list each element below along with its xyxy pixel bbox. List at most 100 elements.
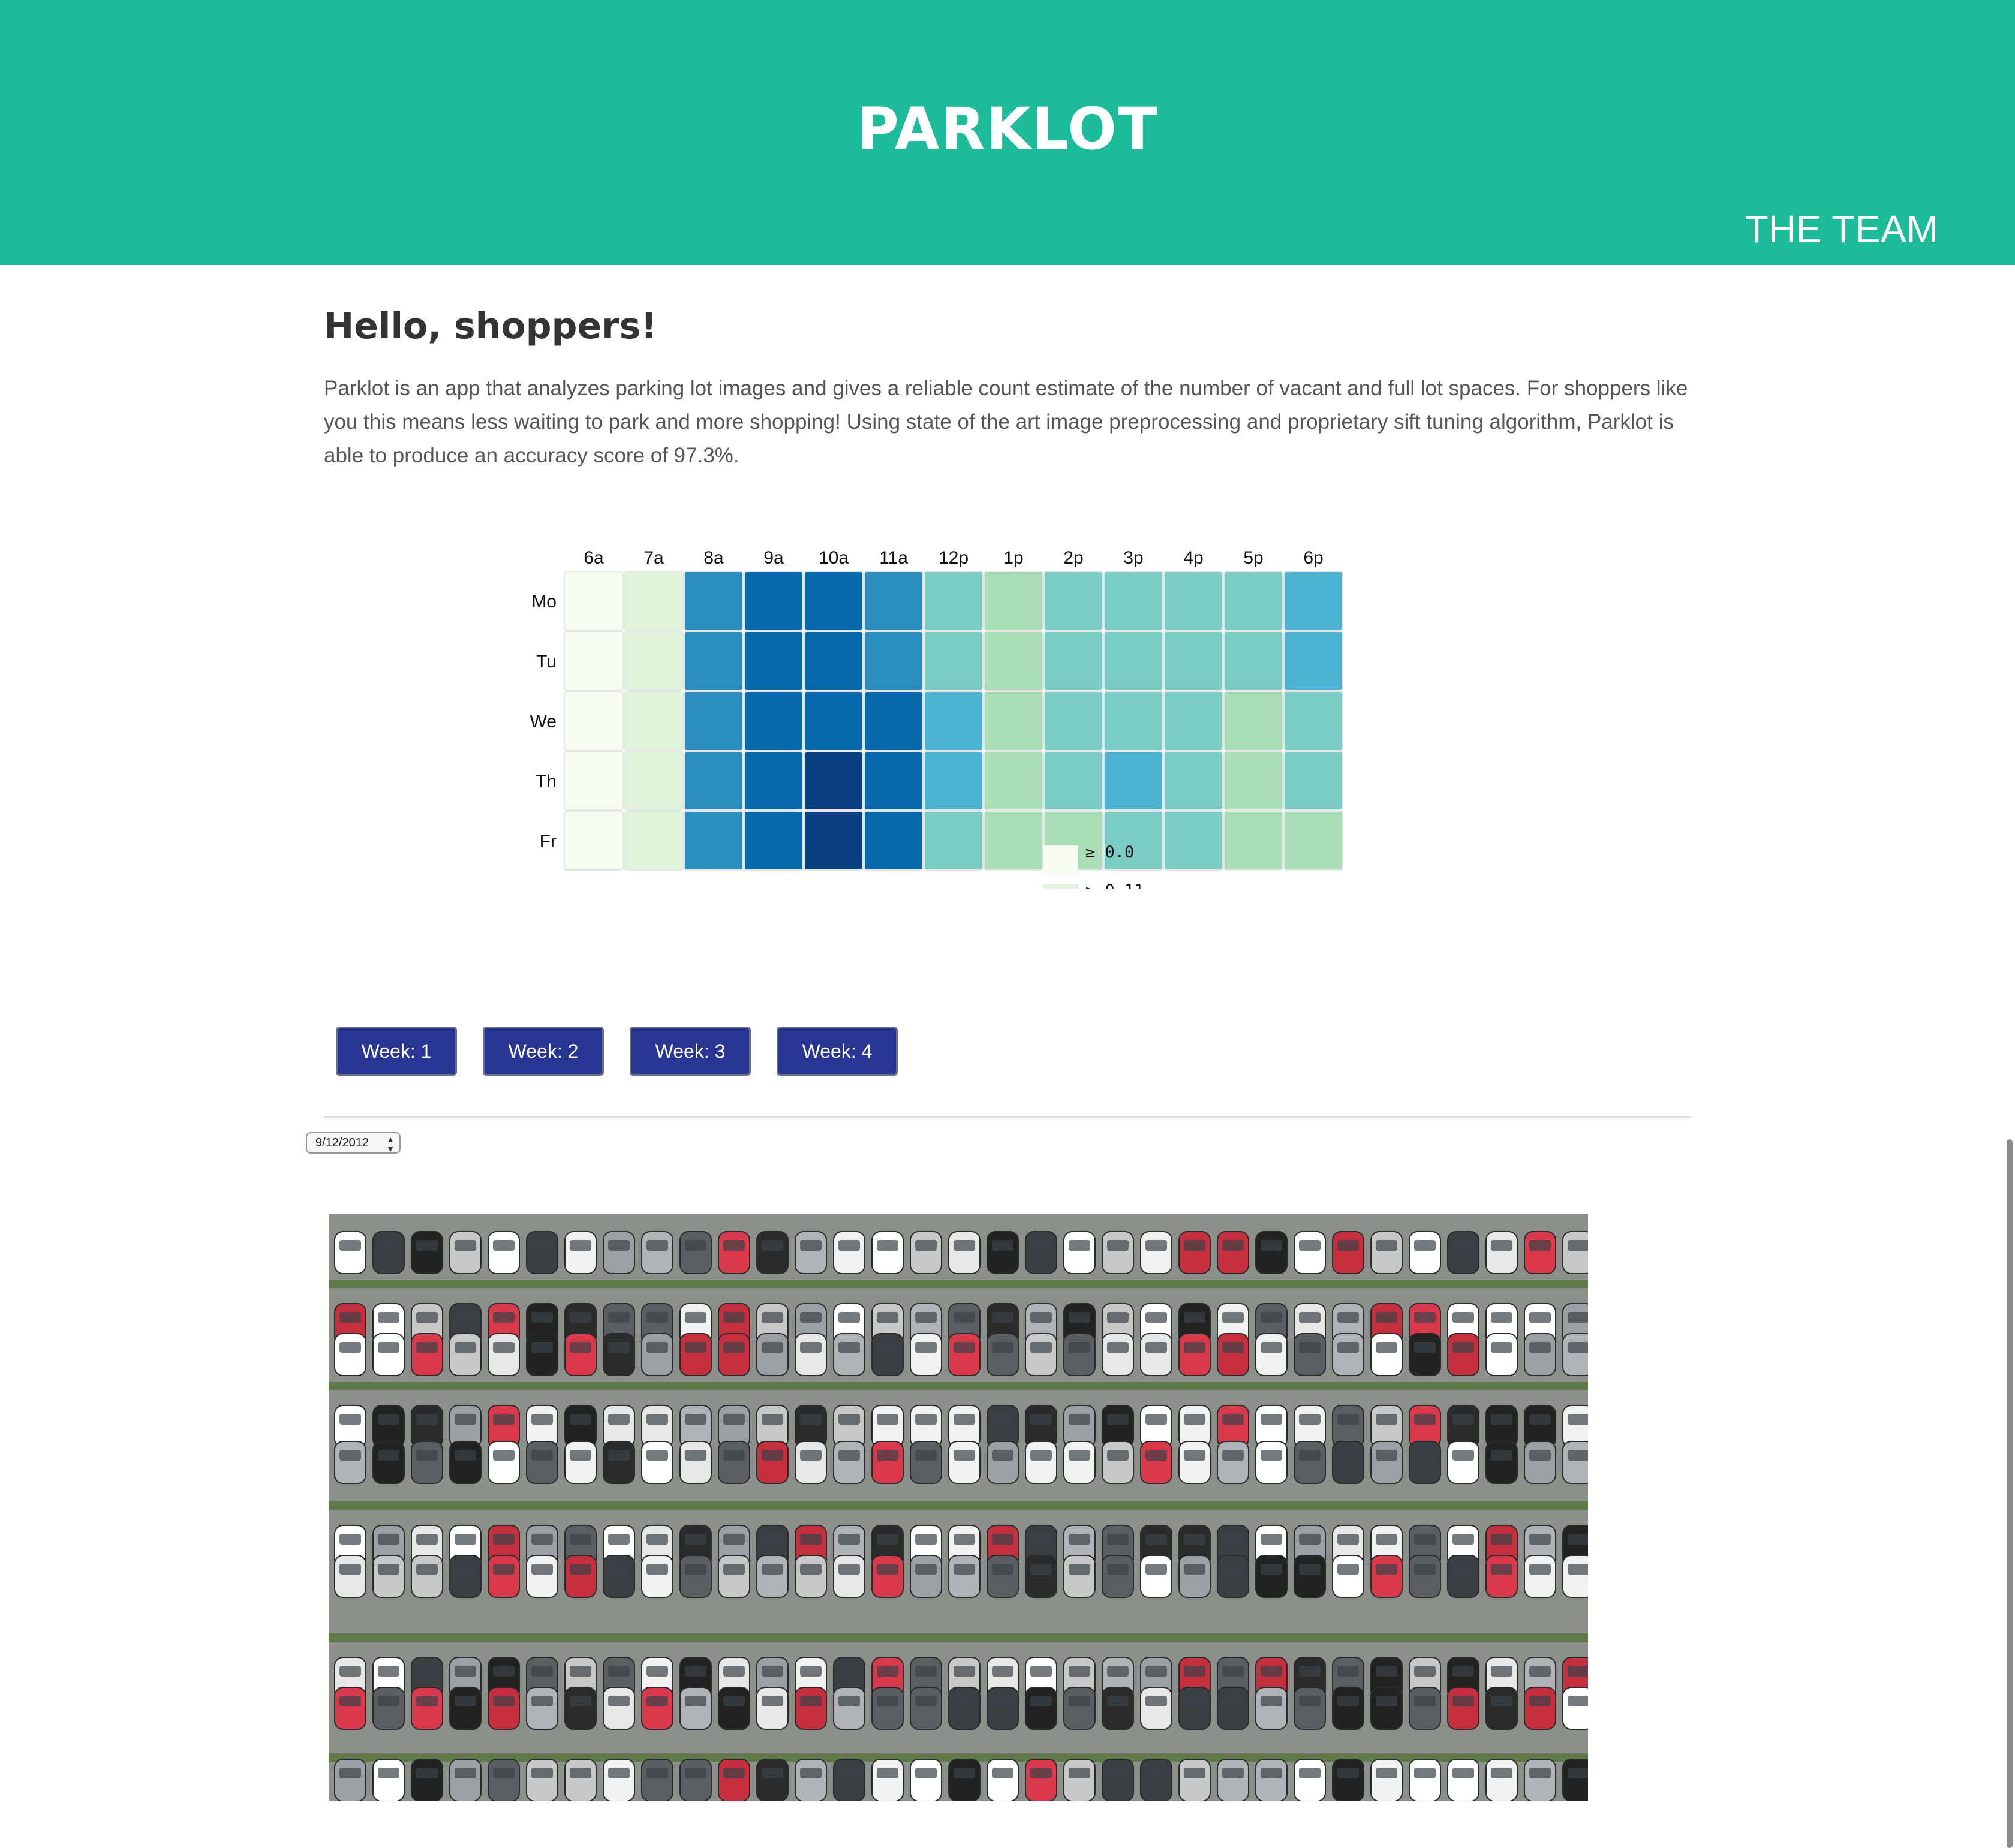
car-windshield — [800, 1240, 822, 1251]
heatmap-cell — [1103, 631, 1163, 691]
car-windshield — [1261, 1534, 1282, 1545]
legend-label: ≥ 0.11 — [1085, 881, 1144, 889]
parked-car — [910, 1555, 942, 1598]
nav-link-team[interactable]: THE TEAM — [1745, 205, 1938, 253]
car-windshield — [1529, 1534, 1551, 1545]
car-windshield — [1568, 1696, 1588, 1706]
page-scrollbar[interactable] — [2007, 1139, 2013, 1848]
parked-car — [1409, 1687, 1441, 1730]
heatmap-cell — [564, 631, 624, 691]
parked-car — [1370, 1759, 1403, 1801]
parked-car — [564, 1333, 597, 1376]
heatmap-cell — [864, 691, 924, 751]
car-windshield — [1376, 1696, 1397, 1706]
heatmap-cell — [984, 571, 1043, 631]
parked-car — [987, 1687, 1019, 1730]
car-windshield — [1299, 1696, 1321, 1706]
parked-car — [411, 1687, 443, 1730]
week-4-button[interactable]: Week: 4 — [777, 1027, 898, 1076]
heatmap-svg: 6a 7a 8a 9a 10a 11a 12p 1p 2p 3p 4p 5p 6p Mo Tu We Th Fr ≥… — [530, 548, 1343, 889]
car-windshield — [455, 1414, 476, 1425]
car-windshield — [1299, 1534, 1321, 1545]
heatmap-cell — [924, 751, 984, 811]
parked-car — [1063, 1231, 1096, 1274]
car-windshield — [416, 1450, 438, 1461]
parked-car — [372, 1333, 405, 1376]
car-windshield — [1452, 1342, 1474, 1353]
heatmap-cell — [924, 811, 984, 871]
car-windshield — [608, 1312, 630, 1323]
car-windshield — [685, 1768, 706, 1778]
car-windshield — [1145, 1696, 1167, 1706]
car-windshield — [762, 1768, 783, 1778]
heatmap-x-label: 4p — [1183, 548, 1203, 568]
car-windshield — [1299, 1768, 1321, 1778]
parked-car — [411, 1231, 443, 1274]
week-1-button[interactable]: Week: 1 — [336, 1027, 457, 1076]
parked-car — [1332, 1333, 1364, 1376]
grass-strip — [329, 1280, 1588, 1288]
car-windshield — [1222, 1342, 1244, 1353]
car-windshield — [339, 1666, 361, 1677]
car-windshield — [608, 1564, 630, 1575]
car-windshield — [1376, 1312, 1397, 1323]
heatmap-cell — [744, 751, 804, 811]
car-windshield — [646, 1342, 668, 1353]
car-windshield — [1337, 1312, 1359, 1323]
car-windshield — [1261, 1564, 1282, 1575]
parked-car — [1217, 1687, 1249, 1730]
heatmap-x-label: 11a — [879, 548, 908, 568]
heatmap-cell — [684, 571, 744, 631]
car-windshield — [339, 1768, 361, 1778]
heatmap-cell — [864, 811, 924, 871]
parked-car — [1140, 1231, 1172, 1274]
heatmap-x-label: 9a — [763, 548, 784, 568]
car-windshield — [877, 1240, 898, 1251]
heatmap-cell — [684, 631, 744, 691]
car-windshield — [1568, 1450, 1588, 1461]
car-windshield — [1145, 1240, 1167, 1251]
heatmap-cell — [984, 811, 1043, 871]
car-windshield — [339, 1534, 361, 1545]
parked-car — [1025, 1231, 1057, 1274]
car-windshield — [1568, 1534, 1588, 1545]
parked-car — [1409, 1333, 1441, 1376]
car-windshield — [493, 1450, 515, 1461]
car-windshield — [1299, 1240, 1321, 1251]
heatmap-cell — [564, 571, 624, 631]
car-windshield — [1529, 1666, 1551, 1677]
parked-car — [679, 1441, 712, 1484]
car-windshield — [570, 1240, 591, 1251]
heatmap-cell — [864, 571, 924, 631]
car-windshield — [1299, 1414, 1321, 1425]
car-windshield — [800, 1534, 822, 1545]
parked-car — [334, 1555, 366, 1598]
car-windshield — [455, 1768, 476, 1778]
car-windshield — [723, 1534, 745, 1545]
parked-car — [372, 1555, 405, 1598]
parked-car — [795, 1441, 827, 1484]
parked-car — [1063, 1687, 1096, 1730]
parked-car — [1178, 1759, 1211, 1801]
car-windshield — [1069, 1564, 1090, 1575]
heatmap-cell — [1283, 571, 1343, 631]
car-windshield — [1337, 1342, 1359, 1353]
car-windshield — [1107, 1342, 1129, 1353]
car-windshield — [1069, 1768, 1090, 1778]
date-select[interactable]: 9/12/2012 ▲ ▼ — [306, 1132, 401, 1154]
heatmap-cell — [1163, 811, 1223, 871]
car-windshield — [954, 1342, 975, 1353]
car-windshield — [1414, 1342, 1436, 1353]
parked-car — [1370, 1687, 1403, 1730]
week-3-button[interactable]: Week: 3 — [630, 1027, 751, 1076]
car-windshield — [1145, 1414, 1167, 1425]
parked-car — [833, 1231, 865, 1274]
car-windshield — [1107, 1534, 1129, 1545]
car-windshield — [800, 1564, 822, 1575]
parked-car — [641, 1687, 673, 1730]
parked-car — [833, 1441, 865, 1484]
car-windshield — [877, 1666, 898, 1677]
heatmap-cell — [684, 691, 744, 751]
parked-car — [948, 1759, 981, 1801]
week-2-button[interactable]: Week: 2 — [483, 1027, 604, 1076]
